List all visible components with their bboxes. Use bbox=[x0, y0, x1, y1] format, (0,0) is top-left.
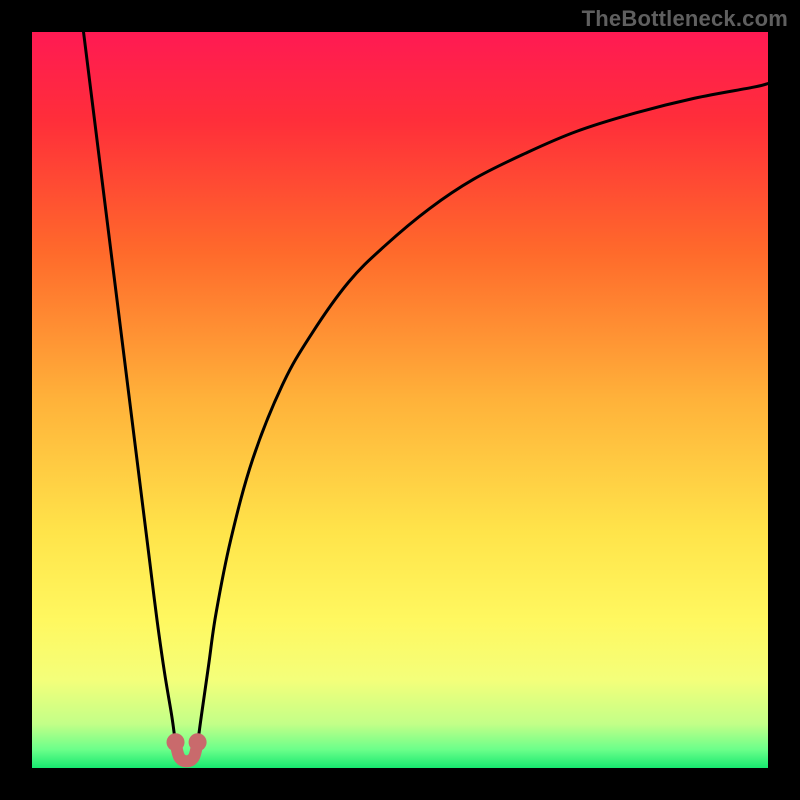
plot-area bbox=[32, 32, 768, 768]
bottleneck-chart bbox=[32, 32, 768, 768]
watermark-text: TheBottleneck.com bbox=[582, 6, 788, 32]
marker-dot bbox=[189, 733, 207, 751]
marker-dot bbox=[167, 733, 185, 751]
chart-frame: TheBottleneck.com bbox=[0, 0, 800, 800]
gradient-background bbox=[32, 32, 768, 768]
